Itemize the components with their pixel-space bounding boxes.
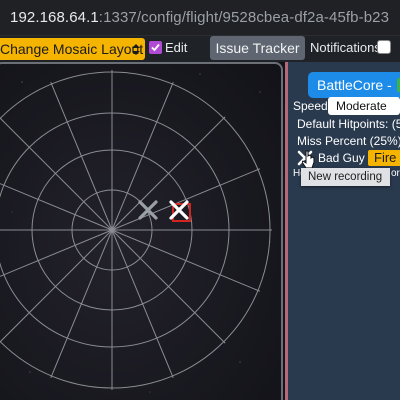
default-hitpoints-label: Default Hitpoints: (5 bbox=[297, 117, 400, 131]
app-window: 192.168.64.1:1337/config/flight/9528cbea… bbox=[0, 0, 400, 400]
speed-label: Speed: bbox=[293, 99, 332, 113]
toolbar: Change Mosaic Layout Edit Issue Tracker … bbox=[0, 36, 400, 62]
speed-select[interactable]: Moderate bbox=[328, 97, 400, 115]
mosaic-label: Change Mosaic Layout bbox=[0, 41, 144, 57]
bad-guy-label: Bad Guy bbox=[318, 151, 365, 165]
right-panel: BattleCore - Speed: Moderate Default Hit… bbox=[288, 62, 400, 400]
up-down-caret-icon bbox=[132, 44, 140, 55]
url-host: 192.168.64.1 bbox=[10, 9, 99, 26]
map-frame bbox=[0, 62, 283, 400]
url-path: :1337/config/flight/9528cbea-df2a-45fb-b… bbox=[98, 9, 390, 26]
fire-button[interactable]: Fire bbox=[368, 150, 400, 166]
edit-checkbox[interactable] bbox=[149, 41, 162, 54]
mouse-cursor-icon bbox=[302, 150, 315, 169]
miss-percent-label: Miss Percent (25%) bbox=[297, 134, 400, 148]
url-text[interactable]: 192.168.64.1:1337/config/flight/9528cbea… bbox=[10, 9, 389, 26]
issue-tracker-button[interactable]: Issue Tracker bbox=[210, 36, 305, 60]
battlecore-label: BattleCore - bbox=[317, 77, 392, 93]
tooltip: New recording bbox=[301, 168, 390, 186]
edit-label: Edit bbox=[165, 40, 188, 55]
address-bar[interactable]: 192.168.64.1:1337/config/flight/9528cbea… bbox=[0, 0, 400, 36]
change-mosaic-layout-select[interactable]: Change Mosaic Layout bbox=[0, 38, 145, 60]
checkmark-icon bbox=[151, 43, 160, 52]
radar-map[interactable] bbox=[0, 62, 285, 400]
notifications-checkbox[interactable] bbox=[377, 40, 391, 54]
battlecore-button[interactable]: BattleCore - bbox=[308, 72, 400, 98]
row-label-suffix: or bbox=[391, 168, 400, 179]
notifications-label: Notifications bbox=[310, 40, 381, 55]
